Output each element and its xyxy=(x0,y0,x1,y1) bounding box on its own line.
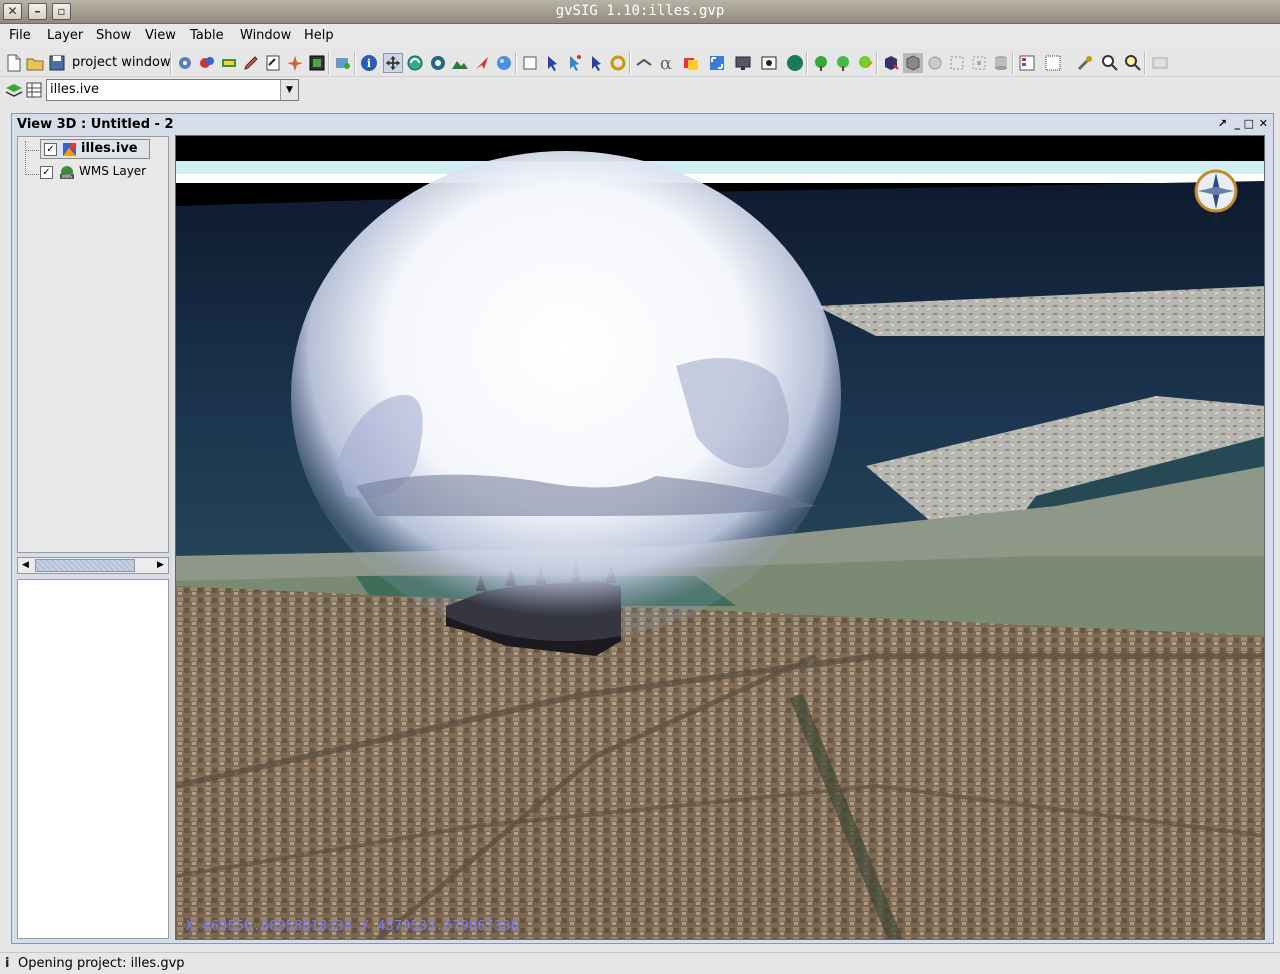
3d-map-view[interactable]: N X 469556.60958018334 Y 4379533.6798673… xyxy=(175,135,1265,940)
menu-view[interactable]: View xyxy=(145,28,176,43)
chevron-down-icon[interactable]: ▼ xyxy=(280,80,298,100)
toc-layer-wms[interactable]: ✓ WMS WMS Layer xyxy=(40,163,166,183)
menu-table[interactable]: Table xyxy=(190,28,224,43)
frame-close-icon[interactable]: ✕ xyxy=(1259,117,1268,130)
menu-help[interactable]: Help xyxy=(304,28,334,43)
select-by-polygon-icon[interactable] xyxy=(586,53,606,73)
3d-object-icon[interactable] xyxy=(881,53,901,73)
add-layer-icon[interactable] xyxy=(175,53,195,73)
vegetation-icon[interactable] xyxy=(811,53,831,73)
menu-bar: File Layer Show View Table Window Help xyxy=(0,24,1280,48)
frame-title-bar: View 3D : Untitled - 2 ↗ _ □ ✕ xyxy=(12,114,1273,135)
fly-icon[interactable] xyxy=(472,53,492,73)
layer-selector-value: illes.ive xyxy=(50,82,100,97)
georef-icon[interactable] xyxy=(197,53,217,73)
pan-icon[interactable] xyxy=(383,53,403,73)
rotate-view-icon[interactable] xyxy=(405,53,425,73)
select-by-point-icon[interactable] xyxy=(564,53,584,73)
legend-icon[interactable] xyxy=(1017,53,1037,73)
terrain-icon[interactable] xyxy=(450,53,470,73)
edit-layer-icon[interactable] xyxy=(241,53,261,73)
menu-file[interactable]: File xyxy=(9,28,31,43)
frame-minimize-icon[interactable]: _ xyxy=(1235,117,1241,130)
toc-layer-label: illes.ive xyxy=(81,141,138,156)
frame-maximize-icon[interactable]: □ xyxy=(1244,117,1254,130)
sphere-icon[interactable] xyxy=(785,53,805,73)
3d-layer-icon xyxy=(63,143,76,156)
scroll-left-icon[interactable]: ◀ xyxy=(18,558,33,573)
layers-stack-icon[interactable] xyxy=(681,53,701,73)
status-bar: i Opening project: illes.gvp xyxy=(0,952,1280,974)
camera-icon[interactable] xyxy=(759,53,779,73)
fullscreen-icon[interactable] xyxy=(707,53,727,73)
3d-scene[interactable]: N xyxy=(176,136,1265,940)
vegetation-edit-icon[interactable] xyxy=(855,53,875,73)
refresh-icon[interactable] xyxy=(608,53,628,73)
export-disabled-icon[interactable] xyxy=(1150,53,1170,73)
search-icon[interactable] xyxy=(1100,53,1120,73)
scroll-right-icon[interactable]: ▶ xyxy=(153,558,168,573)
new-project-icon[interactable] xyxy=(4,53,24,73)
zoom-search-icon[interactable] xyxy=(1123,53,1143,73)
save-project-icon[interactable] xyxy=(47,53,67,73)
vegetation-add-icon[interactable] xyxy=(833,53,853,73)
undock-icon[interactable]: ↗ xyxy=(1218,117,1227,130)
svg-text:WMS: WMS xyxy=(62,174,72,179)
shape-icon[interactable] xyxy=(925,53,945,73)
title-bar: ✕ – ▫ gvSIG 1.10:illes.gvp xyxy=(0,0,1280,24)
toc-layer-illes[interactable]: ✓ illes.ive xyxy=(40,139,150,159)
layer-visibility-checkbox[interactable]: ✓ xyxy=(44,143,57,156)
grid-icon[interactable] xyxy=(1043,53,1063,73)
globe-icon[interactable] xyxy=(494,53,514,73)
menu-layer[interactable]: Layer xyxy=(47,28,83,43)
cube-icon[interactable] xyxy=(903,53,923,73)
menu-window[interactable]: Window xyxy=(240,28,291,43)
window-title: gvSIG 1.10:illes.gvp xyxy=(555,3,725,19)
view3d-frame: View 3D : Untitled - 2 ↗ _ □ ✕ ✓ illes.i… xyxy=(11,113,1274,944)
table-of-contents: ✓ illes.ive ✓ WMS WMS Layer xyxy=(17,136,169,553)
open-project-icon[interactable] xyxy=(25,53,45,73)
layer-toolbar: illes.ive ▼ xyxy=(0,78,1280,104)
bbox-select-icon[interactable] xyxy=(969,53,989,73)
monitor-icon[interactable] xyxy=(733,53,753,73)
locator-icon[interactable] xyxy=(333,53,353,73)
layer-visibility-checkbox[interactable]: ✓ xyxy=(40,166,53,179)
frame-title: View 3D : Untitled - 2 xyxy=(17,117,174,132)
layers-icon[interactable] xyxy=(4,80,24,100)
zoom-globe-icon[interactable] xyxy=(428,53,448,73)
table-icon[interactable] xyxy=(24,80,44,100)
crs-icon[interactable] xyxy=(285,53,305,73)
export-icon[interactable] xyxy=(307,53,327,73)
project-window-button[interactable]: project window xyxy=(72,55,171,70)
info-icon[interactable]: i xyxy=(359,53,379,73)
info-icon: i xyxy=(5,956,10,971)
svg-text:N: N xyxy=(1213,215,1218,223)
alpha-icon[interactable]: α xyxy=(656,53,676,73)
select-pointer-icon[interactable] xyxy=(542,53,562,73)
database-icon[interactable] xyxy=(991,53,1011,73)
menu-show[interactable]: Show xyxy=(96,28,131,43)
status-message: Opening project: illes.gvp xyxy=(18,956,185,971)
svg-text:i: i xyxy=(367,57,371,70)
bbox-icon[interactable] xyxy=(947,53,967,73)
properties-icon[interactable] xyxy=(263,53,283,73)
toc-horizontal-scrollbar[interactable]: ◀ ▶ xyxy=(17,557,169,574)
svg-text:α: α xyxy=(660,53,672,73)
wms-layer-icon: WMS xyxy=(60,166,74,179)
layer-selector[interactable]: illes.ive ▼ xyxy=(46,79,299,101)
locator-panel xyxy=(17,579,169,939)
tools-icon[interactable] xyxy=(1075,53,1095,73)
select-rectangle-icon[interactable] xyxy=(520,53,540,73)
toc-layer-label: WMS Layer xyxy=(79,164,147,178)
raster-tools-icon[interactable] xyxy=(219,53,239,73)
main-toolbar: project window i α xyxy=(0,49,1280,77)
coordinate-readout: X 469556.60958018334 Y 4379533.679867388 xyxy=(186,919,520,934)
measure-icon[interactable] xyxy=(634,53,654,73)
scrollbar-thumb[interactable] xyxy=(35,559,135,572)
